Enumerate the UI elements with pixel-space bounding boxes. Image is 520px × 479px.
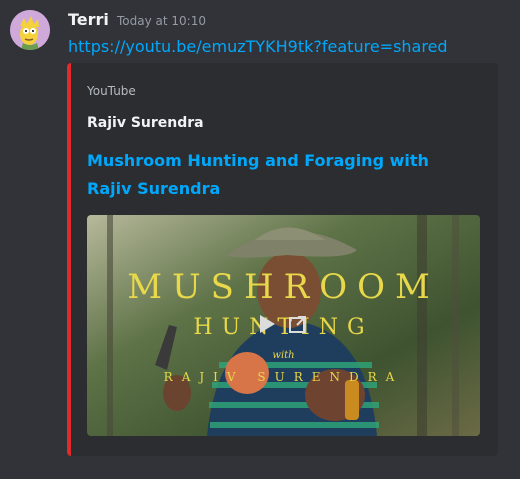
message-link[interactable]: https://youtu.be/emuzTYKH9tk?feature=sha… — [68, 37, 448, 56]
embed-provider[interactable]: YouTube — [87, 84, 136, 98]
user-avatar[interactable] — [10, 10, 50, 50]
video-thumbnail[interactable]: MUSHROOM HUNTING with RAJIV SURENDRA — [87, 215, 480, 436]
open-external-icon[interactable] — [287, 313, 309, 339]
thumbnail-title-line4: RAJIV SURENDRA — [163, 370, 404, 384]
embed-title[interactable]: Mushroom Hunting and Foraging with Rajiv… — [87, 147, 467, 203]
play-icon[interactable] — [257, 313, 277, 339]
video-controls — [252, 314, 314, 338]
thumbnail-title-line1: MUSHROOM — [127, 267, 440, 307]
link-embed: YouTube Rajiv Surendra Mushroom Hunting … — [67, 63, 498, 456]
message-author[interactable]: Terri — [68, 10, 109, 29]
message-timestamp: Today at 10:10 — [117, 14, 206, 28]
embed-author[interactable]: Rajiv Surendra — [87, 115, 204, 131]
thumbnail-title-line3: with — [272, 350, 295, 361]
